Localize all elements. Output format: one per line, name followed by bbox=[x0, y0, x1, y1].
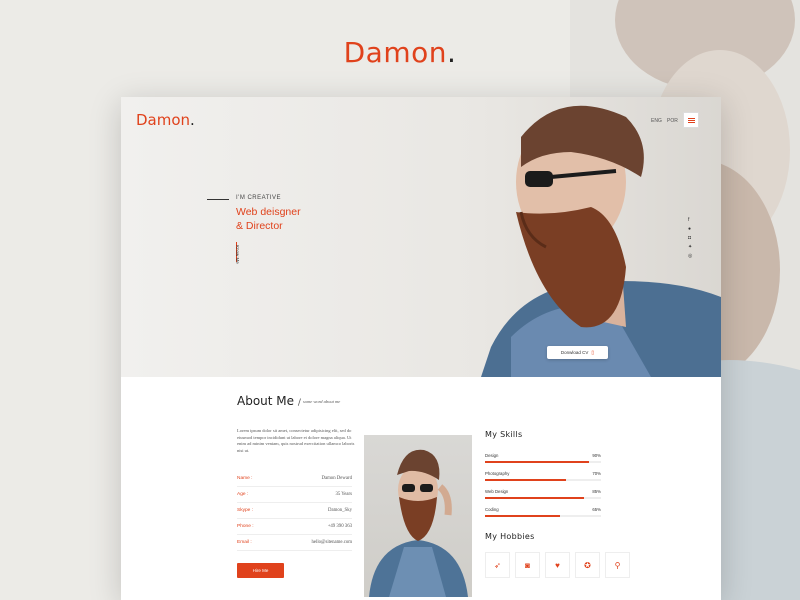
hero-section: Damon. ENG POR I'M CREATIVE Web deisgner… bbox=[121, 97, 721, 377]
facebook-icon[interactable]: f bbox=[688, 217, 692, 223]
hobbies-title: My Hobbies bbox=[485, 532, 535, 541]
skype-icon[interactable]: ◎ bbox=[688, 253, 692, 259]
logo-dot: . bbox=[190, 111, 195, 129]
logo-name: Damon bbox=[136, 111, 191, 129]
about-separator: / bbox=[297, 398, 301, 408]
info-key: Name : bbox=[237, 476, 253, 481]
info-value: Damon Deward bbox=[321, 476, 352, 481]
website-mockup: Damon. ENG POR I'M CREATIVE Web deisgner… bbox=[121, 97, 721, 600]
skill-bar bbox=[485, 461, 601, 463]
info-value: Damon_Sky bbox=[328, 508, 352, 513]
about-bio: Lorem ipsum dolor sit amet, consectetur … bbox=[237, 428, 355, 453]
hero-tagline: I'M CREATIVE bbox=[236, 195, 282, 201]
skill-name: Design bbox=[485, 453, 499, 458]
skills-title: My Skills bbox=[485, 430, 523, 439]
pinterest-icon[interactable]: ✦ bbox=[688, 244, 692, 250]
intro-divider bbox=[207, 199, 229, 200]
skill-name: Coding bbox=[485, 507, 499, 512]
header-logo[interactable]: Damon. bbox=[136, 111, 195, 129]
skill-bar bbox=[485, 515, 601, 517]
role-line-2: & Director bbox=[236, 220, 283, 232]
skill-percent: 65% bbox=[592, 507, 601, 512]
hero-role: Web deisgner & Director bbox=[236, 205, 326, 233]
menu-button[interactable] bbox=[683, 112, 699, 128]
skill-name: Photography bbox=[485, 471, 510, 476]
download-cv-button[interactable]: Donwload CV ▯ bbox=[547, 346, 608, 359]
skill-bar bbox=[485, 479, 601, 481]
skill-fill bbox=[485, 497, 584, 499]
about-subtitle: some word about me bbox=[303, 399, 341, 404]
document-icon: ▯ bbox=[591, 349, 595, 356]
info-value: +49 390 363 bbox=[327, 524, 352, 529]
about-photo bbox=[364, 435, 472, 597]
lang-por[interactable]: POR bbox=[667, 118, 678, 124]
info-key: Email : bbox=[237, 540, 252, 545]
hamburger-icon bbox=[687, 117, 695, 123]
badge-icon[interactable]: ✪ bbox=[575, 552, 600, 578]
info-key: Phone : bbox=[237, 524, 254, 529]
skill-percent: 70% bbox=[592, 471, 601, 476]
info-row-phone: Phone : +49 390 363 bbox=[237, 519, 352, 535]
skill-item: Coding 65% bbox=[485, 507, 601, 517]
info-value: hello@sitename.com bbox=[311, 540, 352, 545]
info-row-skype: Skype : Damon_Sky bbox=[237, 503, 352, 519]
info-key: Skype : bbox=[237, 508, 253, 513]
info-row-age: Age : 35 Years bbox=[237, 487, 352, 503]
instagram-icon[interactable]: ◘ bbox=[688, 235, 692, 241]
skill-percent: 85% bbox=[592, 489, 601, 494]
info-value: 35 Years bbox=[335, 492, 352, 497]
skill-item: Web Design 85% bbox=[485, 489, 601, 499]
hire-me-button[interactable]: Hire Me bbox=[237, 563, 284, 578]
skill-fill bbox=[485, 479, 567, 481]
skill-bar bbox=[485, 497, 601, 499]
social-links: f ● ◘ ✦ ◎ bbox=[688, 217, 692, 259]
brand-dot: . bbox=[446, 36, 457, 69]
twitter-icon[interactable]: ● bbox=[688, 226, 692, 232]
skill-fill bbox=[485, 461, 590, 463]
info-row-email: Email : hello@sitename.com bbox=[237, 535, 352, 551]
lang-eng[interactable]: ENG bbox=[651, 118, 662, 124]
download-cv-label: Donwload CV bbox=[560, 350, 589, 355]
skill-fill bbox=[485, 515, 561, 517]
bicycle-icon[interactable]: ⚲ bbox=[605, 552, 630, 578]
info-row-name: Name : Damon Deward bbox=[237, 471, 352, 487]
about-title: About Me / bbox=[237, 394, 301, 408]
skill-percent: 90% bbox=[592, 453, 601, 458]
rocket-icon[interactable]: ➶ bbox=[485, 552, 510, 578]
skill-name: Web Design bbox=[485, 489, 509, 494]
info-key: Age : bbox=[237, 492, 249, 497]
skill-item: Design 90% bbox=[485, 453, 601, 463]
skill-item: Photography 70% bbox=[485, 471, 601, 481]
role-line-1: Web deisgner bbox=[236, 206, 301, 218]
know-me-link[interactable]: Know Me bbox=[235, 245, 240, 264]
brand-name: Damon bbox=[343, 36, 447, 69]
page-brand: Damon. bbox=[0, 36, 800, 69]
gift-icon[interactable]: ♥ bbox=[545, 552, 570, 578]
camera-icon[interactable]: ◙ bbox=[515, 552, 540, 578]
about-title-text: About Me bbox=[237, 394, 295, 408]
hero-portrait bbox=[481, 105, 721, 377]
